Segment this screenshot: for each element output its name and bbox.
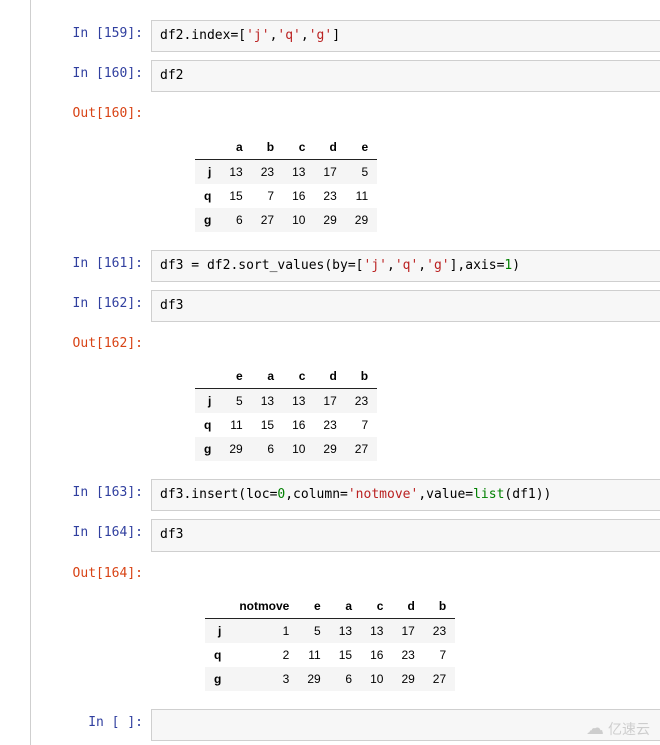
watermark: ☁ 亿速云 <box>586 718 650 739</box>
output-table-162: e a c d b j513131723 q111516237 g2961029… <box>191 360 660 469</box>
output-table-160: a b c d e j132313175 q157162311 g6271029… <box>191 131 660 240</box>
notebook: In [159]: df2.index=['j','q','g'] In [16… <box>30 0 660 745</box>
cell-in-162: In [162]: df3 <box>31 290 660 322</box>
out-prompt: Out[160]: <box>31 100 151 128</box>
dataframe: a b c d e j132313175 q157162311 g6271029… <box>195 135 377 232</box>
in-prompt: In [164]: <box>31 519 151 547</box>
cell-in-159: In [159]: df2.index=['j','q','g'] <box>31 20 660 52</box>
in-prompt: In [ ]: <box>31 709 151 737</box>
out-prompt: Out[162]: <box>31 330 151 358</box>
table-row: j513131723 <box>195 389 377 414</box>
in-prompt: In [159]: <box>31 20 151 48</box>
cell-in-161: In [161]: df3 = df2.sort_values(by=['j',… <box>31 250 660 282</box>
code-input[interactable]: df3 <box>151 290 660 322</box>
cell-in-160: In [160]: df2 <box>31 60 660 92</box>
table-row: g296102927 <box>195 437 377 461</box>
code-input[interactable]: df2.index=['j','q','g'] <box>151 20 660 52</box>
in-prompt: In [163]: <box>31 479 151 507</box>
table-row: g3296102927 <box>205 667 455 691</box>
code-input[interactable]: df2 <box>151 60 660 92</box>
table-row: q157162311 <box>195 184 377 208</box>
table-row: j132313175 <box>195 159 377 184</box>
in-prompt: In [161]: <box>31 250 151 278</box>
table-row: j1513131723 <box>205 618 455 643</box>
output-table-164: notmove e a c d b j1513131723 q211151623… <box>201 590 660 699</box>
code-input[interactable]: df3.insert(loc=0,column='notmove',value=… <box>151 479 660 511</box>
table-row: g627102929 <box>195 208 377 232</box>
code-input[interactable]: df3 = df2.sort_values(by=['j','q','g'],a… <box>151 250 660 282</box>
cell-in-empty: In [ ]: <box>31 709 660 741</box>
in-prompt: In [162]: <box>31 290 151 318</box>
out-prompt: Out[164]: <box>31 560 151 588</box>
cloud-icon: ☁ <box>586 718 604 739</box>
cell-in-163: In [163]: df3.insert(loc=0,column='notmo… <box>31 479 660 511</box>
dataframe: notmove e a c d b j1513131723 q211151623… <box>205 594 455 691</box>
code-input[interactable]: df3 <box>151 519 660 551</box>
table-row: q2111516237 <box>205 643 455 667</box>
dataframe: e a c d b j513131723 q111516237 g2961029… <box>195 364 377 461</box>
table-row: q111516237 <box>195 413 377 437</box>
in-prompt: In [160]: <box>31 60 151 88</box>
cell-in-164: In [164]: df3 <box>31 519 660 551</box>
code-input[interactable] <box>151 709 660 741</box>
